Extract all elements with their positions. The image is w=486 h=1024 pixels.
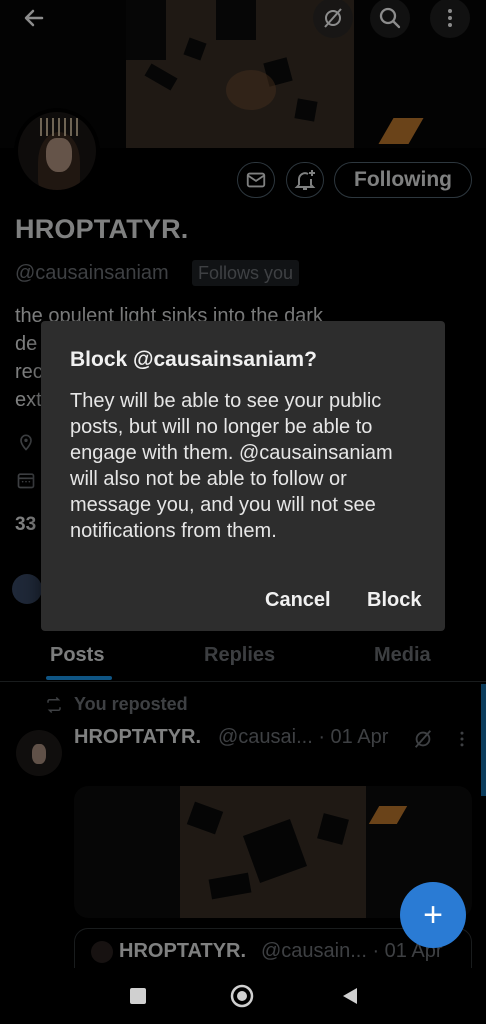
cancel-button[interactable]: Cancel xyxy=(265,589,331,612)
recents-button[interactable] xyxy=(126,984,150,1008)
back-nav-button[interactable] xyxy=(338,984,362,1008)
dialog-message: They will be able to see your public pos… xyxy=(70,390,393,542)
home-button[interactable] xyxy=(230,984,254,1008)
block-dialog: Block @causainsaniam? They will be able … xyxy=(41,321,445,631)
system-nav-bar xyxy=(0,968,486,1024)
circle-home-icon xyxy=(230,984,254,1008)
square-icon xyxy=(130,988,146,1004)
triangle-back-icon xyxy=(343,988,357,1004)
block-button[interactable]: Block xyxy=(367,589,421,612)
dialog-title: Block @causainsaniam? xyxy=(70,348,317,371)
compose-button[interactable]: + xyxy=(400,882,466,948)
